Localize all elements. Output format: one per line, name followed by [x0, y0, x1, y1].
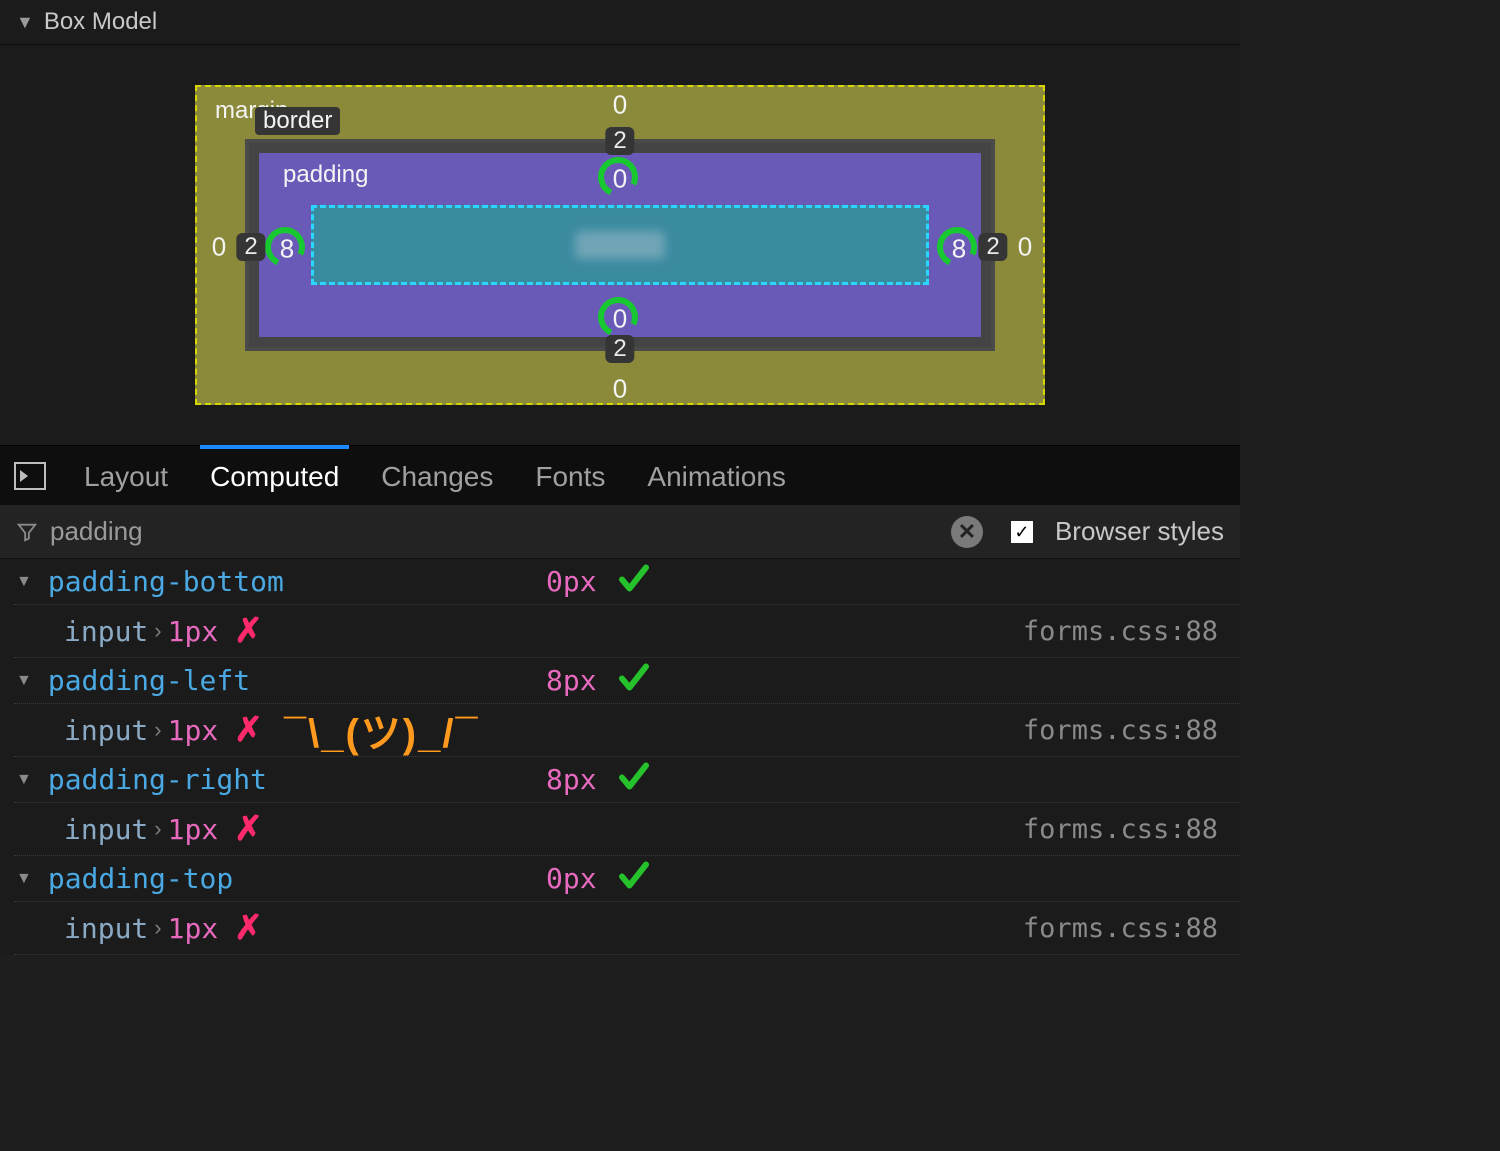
chevron-right-icon: ›	[154, 618, 161, 644]
content-dimensions-blurred	[575, 231, 665, 259]
detail-source[interactable]: forms.css:88	[1023, 616, 1224, 647]
check-icon	[616, 857, 652, 900]
prop-detail-row[interactable]: input › 1px ✗ forms.css:88	[14, 901, 1240, 955]
prop-value: 8px	[546, 664, 597, 697]
detail-source[interactable]: forms.css:88	[1023, 913, 1224, 944]
margin-box[interactable]: margin 0 0 0 0 border padding 0 0 8 8	[195, 85, 1045, 405]
prop-row[interactable]: ▼ padding-left 8px	[0, 658, 1240, 703]
prop-value: 8px	[546, 763, 597, 796]
boxmodel-header[interactable]: ▼ Box Model	[0, 0, 1240, 45]
padding-box[interactable]: padding 0 0 8 8	[259, 153, 981, 337]
chevron-down-icon: ▼	[16, 672, 32, 690]
margin-label: margin	[215, 97, 288, 125]
margin-right-value[interactable]: 0	[1018, 232, 1032, 263]
detail-source[interactable]: forms.css:88	[1023, 715, 1224, 746]
check-icon	[616, 758, 652, 801]
padding-left-value[interactable]: 8	[280, 234, 294, 265]
detail-value: 1px	[168, 615, 219, 648]
prop-detail-row[interactable]: input › 1px ✗ forms.css:88	[14, 802, 1240, 856]
detail-selector: input	[64, 615, 148, 648]
check-icon	[616, 659, 652, 702]
prop-name: padding-right	[48, 763, 267, 796]
chevron-down-icon: ▼	[16, 573, 32, 591]
sidebar-toggle-icon[interactable]	[14, 462, 46, 490]
clear-filter-button[interactable]: ✕	[951, 516, 983, 548]
margin-bottom-value[interactable]: 0	[613, 374, 627, 405]
tab-animations[interactable]: Animations	[643, 449, 790, 503]
padding-label: padding	[283, 161, 368, 189]
filter-row: padding ✕ ✓ Browser styles	[0, 505, 1240, 559]
tab-computed[interactable]: Computed	[206, 449, 343, 503]
margin-top-value[interactable]: 0	[613, 90, 627, 121]
prop-name: padding-top	[48, 862, 233, 895]
border-box[interactable]: border padding 0 0 8 8	[245, 139, 995, 351]
margin-left-value[interactable]: 0	[212, 232, 226, 263]
prop-row[interactable]: ▼ padding-top 0px	[0, 856, 1240, 901]
prop-value: 0px	[546, 565, 597, 598]
detail-source[interactable]: forms.css:88	[1023, 814, 1224, 845]
computed-properties: ▼ padding-bottom 0px input › 1px ✗ forms…	[0, 559, 1240, 955]
border-top-value[interactable]: 2	[605, 127, 634, 155]
tab-changes[interactable]: Changes	[377, 449, 497, 503]
close-icon: ✕	[958, 521, 976, 543]
prop-detail-row[interactable]: input › 1px ✗ forms.css:88	[14, 604, 1240, 658]
padding-right-value[interactable]: 8	[952, 234, 966, 265]
prop-name: padding-bottom	[48, 565, 284, 598]
panel-tabstrip: Layout Computed Changes Fonts Animations	[0, 445, 1240, 505]
border-bottom-value[interactable]: 2	[605, 335, 634, 363]
detail-selector: input	[64, 714, 148, 747]
chevron-down-icon: ▼	[16, 870, 32, 888]
prop-row[interactable]: ▼ padding-right 8px	[0, 757, 1240, 802]
border-label: border	[255, 107, 340, 135]
detail-value: 1px	[168, 714, 219, 747]
chevron-right-icon: ›	[154, 816, 161, 842]
detail-selector: input	[64, 813, 148, 846]
x-icon: ✗	[234, 908, 263, 948]
prop-name: padding-left	[48, 664, 250, 697]
prop-row[interactable]: ▼ padding-bottom 0px	[0, 559, 1240, 604]
filter-input[interactable]: padding	[50, 516, 143, 547]
browser-styles-checkbox[interactable]: ✓	[1011, 521, 1033, 543]
devtools-panel: ▼ Box Model margin 0 0 0 0 border paddin…	[0, 0, 1240, 951]
content-box[interactable]	[311, 205, 929, 285]
tab-layout[interactable]: Layout	[80, 449, 172, 503]
chevron-right-icon: ›	[154, 717, 161, 743]
border-right-value[interactable]: 2	[978, 233, 1007, 261]
x-icon: ✗	[234, 809, 263, 849]
detail-value: 1px	[168, 912, 219, 945]
detail-value: 1px	[168, 813, 219, 846]
filter-icon	[16, 521, 38, 543]
boxmodel-diagram: margin 0 0 0 0 border padding 0 0 8 8	[0, 45, 1240, 445]
chevron-down-icon: ▼	[16, 771, 32, 789]
prop-value: 0px	[546, 862, 597, 895]
check-icon	[616, 560, 652, 603]
section-title: Box Model	[44, 8, 157, 36]
chevron-down-icon: ▼	[16, 12, 34, 33]
browser-styles-label: Browser styles	[1055, 516, 1224, 547]
border-left-value[interactable]: 2	[236, 233, 265, 261]
detail-selector: input	[64, 912, 148, 945]
x-icon: ✗	[234, 710, 263, 750]
x-icon: ✗	[234, 611, 263, 651]
padding-bottom-value[interactable]: 0	[613, 304, 627, 335]
prop-detail-row[interactable]: input › 1px ✗ ¯\_(ツ)_/¯ forms.css:88	[14, 703, 1240, 757]
chevron-right-icon: ›	[154, 915, 161, 941]
padding-top-value[interactable]: 0	[613, 164, 627, 195]
shrug-annotation: ¯\_(ツ)_/¯	[284, 701, 480, 759]
tab-fonts[interactable]: Fonts	[531, 449, 609, 503]
